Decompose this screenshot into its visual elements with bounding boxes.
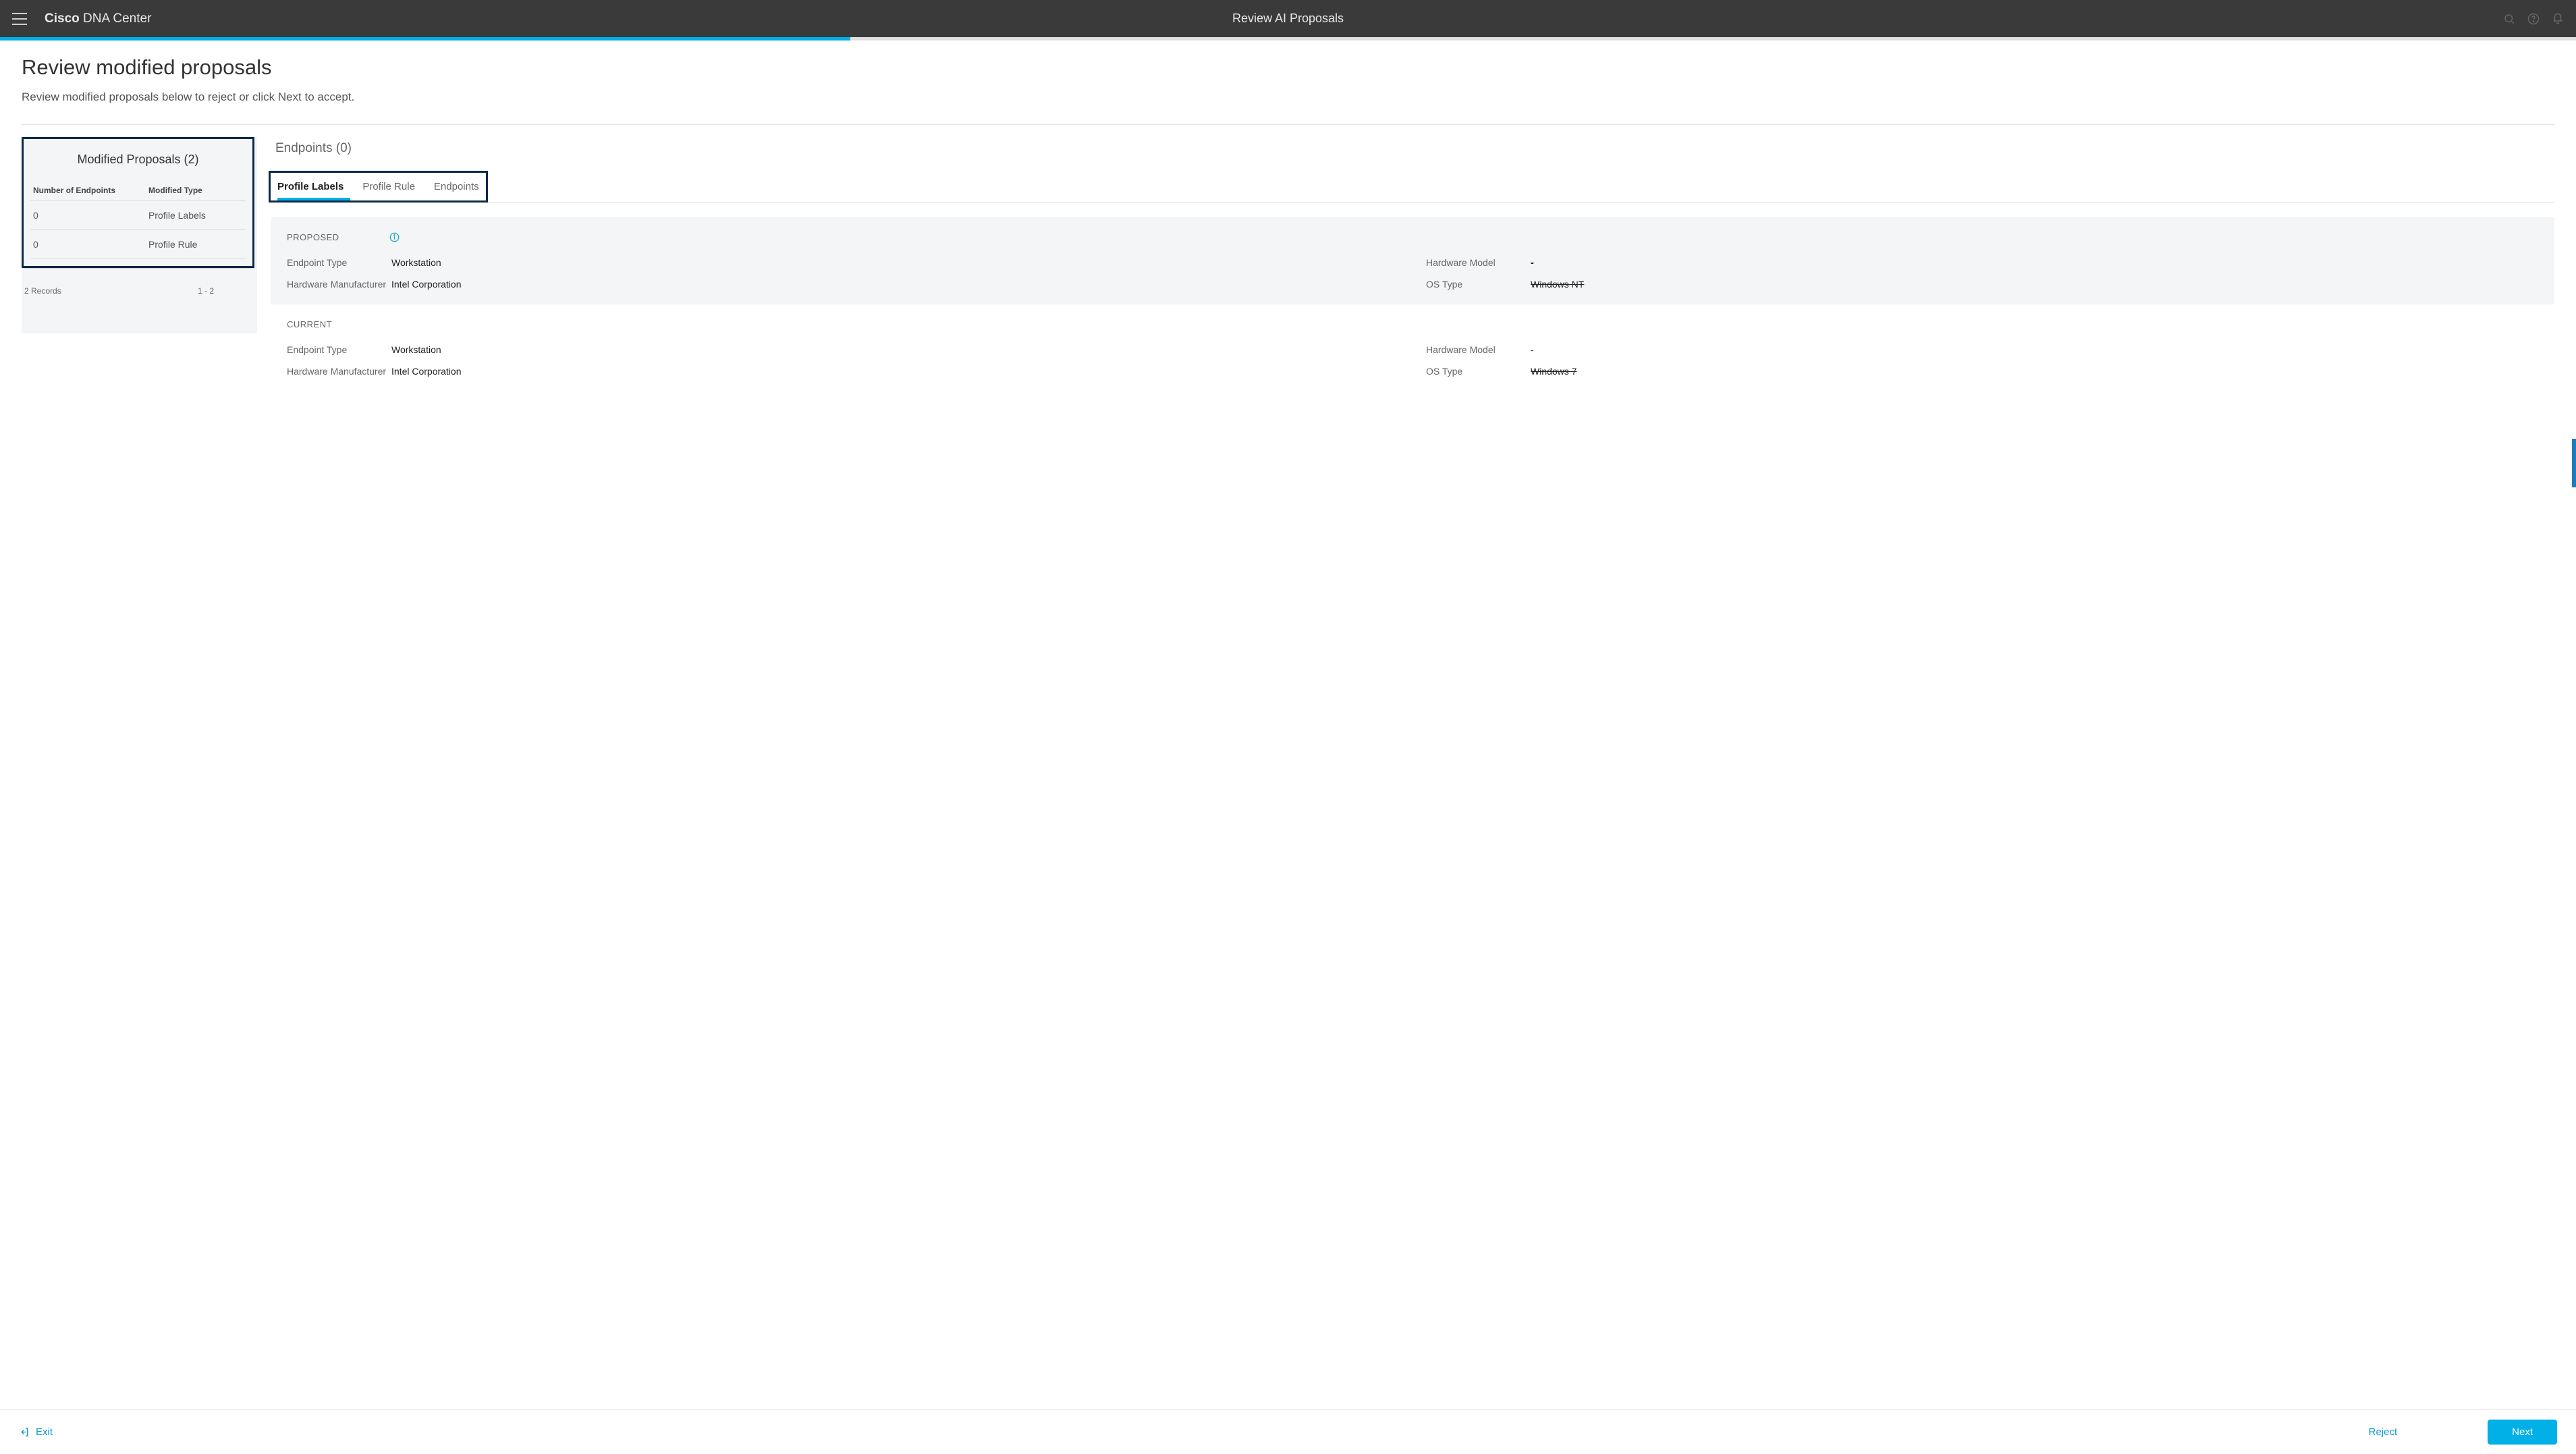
value: Intel Corporation (391, 279, 462, 290)
kv-endpoint-type: Endpoint Type Workstation (287, 257, 1399, 268)
value: Intel Corporation (391, 366, 462, 377)
topbar-icons (2503, 13, 2564, 25)
search-icon[interactable] (2503, 13, 2515, 25)
kv-hw-mfr: Hardware Manufacturer Intel Corporation (287, 366, 1399, 377)
layout: Modified Proposals (2) Number of Endpoin… (22, 137, 2554, 392)
records-count: 2 Records (24, 286, 61, 296)
key: OS Type (1426, 366, 1531, 377)
cell-num: 0 (33, 239, 148, 250)
key: Hardware Model (1426, 344, 1531, 355)
brand: Cisco DNA Center (45, 11, 151, 26)
right-marker (2572, 439, 2576, 487)
bell-icon[interactable] (2552, 13, 2564, 25)
brand-light: DNA Center (80, 11, 152, 26)
tab-profile-rule[interactable]: Profile Rule (362, 177, 415, 199)
main-heading: Endpoints (0) (275, 141, 2554, 156)
value: Windows NT (1531, 279, 1584, 290)
key: Hardware Model (1426, 257, 1531, 268)
cell-num: 0 (33, 210, 148, 221)
kv-hw-mfr: Hardware Manufacturer Intel Corporation (287, 279, 1399, 290)
info-icon[interactable] (389, 232, 400, 242)
topbar: Cisco DNA Center Review AI Proposals (0, 0, 2576, 37)
kv-hw-model: Hardware Model - (1426, 344, 2538, 355)
kv-hw-model: Hardware Model - (1426, 257, 2538, 268)
key: Hardware Manufacturer (287, 366, 391, 377)
page-subtext: Review modified proposals below to rejec… (22, 90, 2554, 104)
proposed-grid: Endpoint Type Workstation Hardware Model… (287, 257, 2538, 290)
page: Review modified proposals Review modifie… (0, 41, 2576, 459)
reject-button[interactable]: Reject (2359, 1421, 2407, 1443)
divider (22, 124, 2554, 125)
value: - (1531, 257, 1534, 268)
records-range: 1 - 2 (198, 286, 214, 296)
tab-label: Endpoints (434, 181, 479, 192)
exit-button[interactable]: Exit (19, 1426, 53, 1438)
proposed-title: PROPOSED (287, 232, 339, 242)
table-row[interactable]: 0 Profile Rule (30, 230, 246, 259)
col-header-type: Modified Type (148, 186, 243, 195)
tabs: Profile Labels Profile Rule Endpoints (277, 177, 479, 199)
help-icon[interactable] (2527, 13, 2540, 25)
tab-endpoints[interactable]: Endpoints (434, 177, 479, 199)
value: - (1531, 344, 1534, 355)
kv-endpoint-type: Endpoint Type Workstation (287, 344, 1399, 355)
main-panel: Endpoints (0) Profile Labels Profile Rul… (271, 137, 2554, 392)
tabs-highlight: Profile Labels Profile Rule Endpoints (269, 171, 488, 203)
footer: Exit Reject Next (0, 1409, 2576, 1454)
sidepanel-title: Modified Proposals (2) (30, 153, 246, 167)
key: Endpoint Type (287, 257, 391, 268)
brand-bold: Cisco (45, 11, 80, 26)
table-footer: 2 Records 1 - 2 (22, 269, 257, 300)
exit-label: Exit (36, 1426, 53, 1438)
value: Workstation (391, 344, 441, 355)
value: Windows 7 (1531, 366, 1577, 377)
key: Hardware Manufacturer (287, 279, 391, 290)
topbar-title: Review AI Proposals (1232, 11, 1344, 26)
cell-type: Profile Rule (148, 239, 243, 250)
sidepanel: Modified Proposals (2) Number of Endpoin… (22, 137, 254, 268)
proposed-title-row: PROPOSED (287, 232, 2538, 242)
page-title: Review modified proposals (22, 55, 2554, 80)
proposed-section: PROPOSED Endpoint Type Workstation Hardw… (271, 217, 2554, 304)
key: OS Type (1426, 279, 1531, 290)
cell-type: Profile Labels (148, 210, 243, 221)
kv-os-type: OS Type Windows NT (1426, 279, 2538, 290)
tab-label: Profile Rule (362, 181, 415, 192)
tab-underline (271, 202, 2554, 203)
current-section: CURRENT Endpoint Type Workstation Hardwa… (271, 304, 2554, 392)
menu-icon[interactable] (12, 13, 27, 25)
tab-label: Profile Labels (277, 181, 344, 192)
tab-profile-labels[interactable]: Profile Labels (277, 177, 344, 199)
exit-icon (19, 1426, 30, 1438)
key: Endpoint Type (287, 344, 391, 355)
value: Workstation (391, 257, 441, 268)
current-grid: Endpoint Type Workstation Hardware Model… (287, 344, 2538, 377)
current-title-row: CURRENT (287, 319, 2538, 329)
sidepanel-outer: Modified Proposals (2) Number of Endpoin… (22, 137, 257, 333)
current-title: CURRENT (287, 319, 332, 329)
table-row[interactable]: 0 Profile Labels (30, 200, 246, 230)
col-header-num: Number of Endpoints (33, 186, 148, 195)
table-header: Number of Endpoints Modified Type (30, 180, 246, 200)
next-button[interactable]: Next (2488, 1420, 2557, 1445)
kv-os-type: OS Type Windows 7 (1426, 366, 2538, 377)
